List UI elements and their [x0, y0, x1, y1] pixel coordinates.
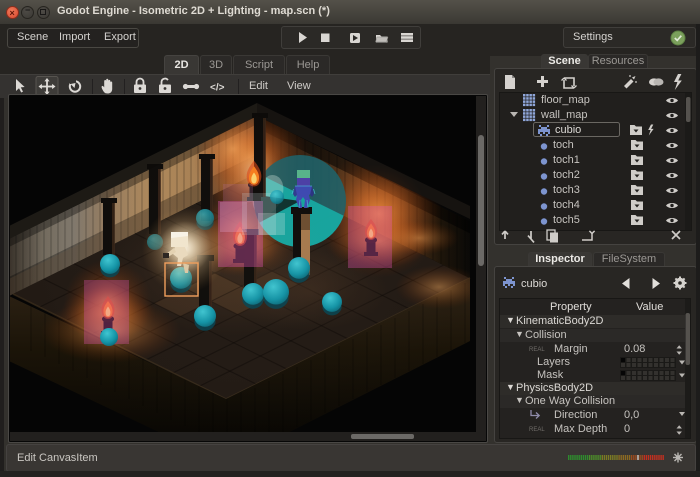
svg-text:</>: </>: [210, 83, 225, 94]
